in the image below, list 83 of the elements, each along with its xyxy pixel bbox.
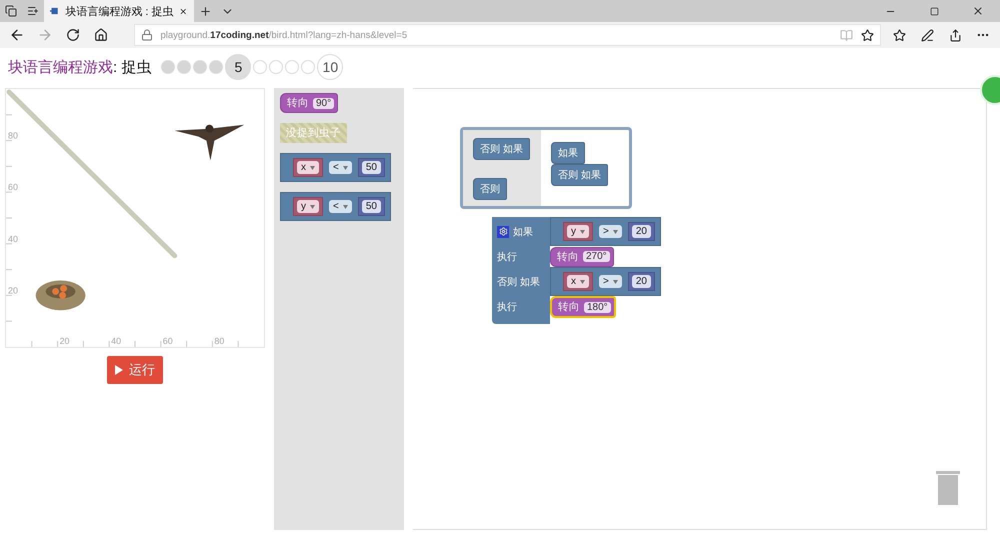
turn-block[interactable]: 转向 180° [550,296,616,318]
compare-block[interactable]: x < 50 [280,153,391,182]
axis-label: 40 [8,234,18,244]
number-field[interactable]: 20 [632,275,651,288]
level-number[interactable]: 5 [225,54,252,80]
caret-icon [612,230,618,234]
url-text: playground.17coding.net/bird.html?lang=zh-hans&level=5 [160,30,408,40]
turn-block[interactable]: 转向 270° [550,246,614,266]
level-dot[interactable] [285,60,300,74]
level-dot[interactable] [301,60,316,74]
angle-field[interactable]: 90° [313,98,334,108]
mutator-block[interactable]: 如果 [551,142,585,164]
compare-block[interactable]: y > 20 [550,217,661,246]
variable-block[interactable]: y [293,197,323,216]
caret-icon [342,166,348,170]
variable-dropdown[interactable]: x [297,161,319,174]
trash-icon[interactable] [936,469,960,505]
number-block[interactable]: 20 [628,272,655,291]
block-label: 转向 [557,250,579,264]
number-field[interactable]: 20 [632,225,651,238]
number-field[interactable]: 50 [362,161,381,174]
angle-field[interactable]: 270° [583,251,610,262]
operator-dropdown[interactable]: > [599,275,622,288]
puzzle-icon [50,6,60,16]
block-label: 执行 [497,300,517,314]
level-dot[interactable] [161,60,176,74]
number-block[interactable]: 50 [358,197,385,216]
variable-block[interactable]: x [563,272,593,291]
axis-label: 40 [111,336,122,346]
caret-icon [580,280,585,284]
compare-block[interactable]: x > 20 [550,267,661,296]
operator-dropdown[interactable]: < [329,161,352,174]
lock-icon [140,29,152,41]
run-button[interactable]: 运行 [107,356,163,384]
number-block[interactable]: 20 [628,222,655,241]
level-number[interactable]: 10 [317,54,344,80]
address-field[interactable]: playground.17coding.net/bird.html?lang=zh-hans&level=5 [134,24,880,46]
axis-label: 60 [162,336,173,346]
number-field[interactable]: 50 [362,200,381,213]
star-icon[interactable] [860,28,874,42]
caret-icon [580,230,585,234]
axis-label: 20 [60,336,70,346]
block-label: 否则 如果 [497,276,540,288]
turn-block[interactable]: 转向 90° [280,93,338,113]
app-title: 块语言编程游戏 [8,58,113,76]
level-dot[interactable] [177,60,192,74]
play-icon [115,365,123,375]
variable-dropdown[interactable]: x [567,275,589,288]
variable-block[interactable]: x [293,158,323,177]
block-label: 如果 [513,226,533,238]
block-label: 转向 [558,300,580,314]
axis-label: 60 [8,182,18,192]
operator-dropdown[interactable]: < [329,200,352,213]
caret-icon [612,280,618,284]
level-dot[interactable] [209,60,224,74]
caret-icon [310,204,315,208]
variable-block[interactable]: y [563,222,593,241]
mutator-block[interactable]: 否则 如果 [551,164,608,186]
angle-field[interactable]: 180° [584,302,611,312]
caret-icon [310,166,315,170]
compare-block[interactable]: y < 50 [280,192,391,221]
operator-dropdown[interactable]: > [599,225,622,238]
axis-label: 80 [214,336,224,346]
browser-tab[interactable]: 块语言编程游戏 : 捉虫 [44,0,194,22]
number-block[interactable]: 50 [358,158,385,177]
block-label: 转向 [287,96,309,110]
level-dot[interactable] [253,60,268,74]
settings-icon[interactable] [497,226,509,238]
level-dot[interactable] [193,60,208,74]
nest-drawing [36,280,86,310]
axis-label: 20 [8,285,18,296]
mutator-block[interactable]: 否则 如果 [473,138,530,160]
caret-icon [342,204,348,208]
page-title: : 捉虫 [113,58,152,76]
block-label: 执行 [497,250,517,264]
bird-drawing [174,124,244,160]
reading-view-icon[interactable] [840,28,852,42]
level-dot[interactable] [269,60,284,74]
variable-dropdown[interactable]: y [567,225,589,238]
tab-title: 块语言编程游戏 : 捉虫 [65,4,174,18]
variable-dropdown[interactable]: y [297,200,319,213]
axis-label: 80 [8,130,18,141]
mutator-block[interactable]: 否则 [473,178,507,200]
